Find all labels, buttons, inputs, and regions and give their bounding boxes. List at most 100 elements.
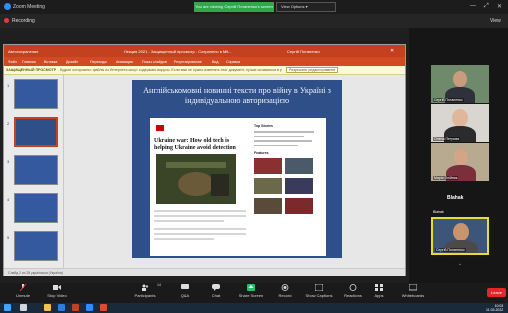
article-sidebar: Top Stories Features: [254, 124, 320, 254]
participants-count-badge: 14: [157, 283, 161, 287]
share-screen-button[interactable]: Share Screen: [234, 284, 268, 298]
slide-thumbnail-1[interactable]: [14, 79, 58, 109]
participant-tile[interactable]: Олена Петрова: [431, 104, 489, 142]
ppt-ribbon: Файл Главная Вставка Дизайн Переходы Ани…: [4, 57, 405, 66]
microphone-icon: [19, 284, 27, 291]
minimize-icon[interactable]: —: [470, 3, 476, 9]
stop-video-button[interactable]: Stop Video: [40, 284, 74, 298]
thumb-number: 1: [7, 83, 10, 88]
people-icon: [142, 284, 149, 291]
share-banner: You are viewing Сергій Потапенко's scree…: [194, 2, 274, 12]
ribbon-tab-transitions: Переходы: [90, 60, 107, 64]
view-options-button[interactable]: View Options ▾: [276, 2, 336, 12]
recording-bar: Recording View: [0, 14, 508, 28]
text-line: [154, 238, 214, 240]
chat-button[interactable]: Chat: [199, 284, 233, 298]
slide-thumbnail-2[interactable]: [14, 117, 58, 147]
ribbon-tab-home: Главная: [22, 60, 36, 64]
qa-icon: [181, 284, 189, 289]
soldier-photo-icon: [156, 154, 236, 204]
ppt-user: Сергій Потапенко: [287, 49, 320, 54]
recording-label: Recording: [12, 18, 35, 24]
text-line: [254, 135, 304, 137]
view-options-label: View Options: [281, 4, 305, 9]
view-label[interactable]: View: [490, 18, 501, 24]
record-label: Record: [278, 293, 292, 298]
features-label: Features: [254, 151, 269, 155]
ppt-close-icon: ✕: [390, 48, 395, 54]
apps-button[interactable]: Apps: [362, 284, 396, 298]
text-line: [154, 228, 246, 230]
slide-heading: Англійськомовні новинні тексти про війну…: [143, 86, 331, 105]
close-icon[interactable]: ✕: [497, 3, 502, 10]
gallery-scroll-down-icon[interactable]: ⌄: [458, 261, 462, 267]
feature-image: [254, 158, 282, 174]
active-speaker-tile[interactable]: Сергій Потапенко: [431, 217, 489, 255]
slide-thumbnail-4[interactable]: [14, 193, 58, 223]
article-photo: [156, 154, 236, 204]
participant-name: Марія Олійник: [433, 176, 459, 180]
ribbon-tab-help: Справка: [226, 60, 241, 64]
ribbon-tab-insert: Вставка: [44, 60, 58, 64]
slide-thumbnail-5[interactable]: [14, 231, 58, 261]
slide-thumbnail-3[interactable]: [14, 155, 58, 185]
participant-tile[interactable]: Сергій Потапенко: [431, 65, 489, 103]
ribbon-tab-slideshow: Показ слайдов: [142, 60, 167, 64]
share-icon: [247, 284, 255, 291]
window-title: Zoom Meeting: [13, 4, 45, 10]
feature-image: [285, 198, 313, 214]
article-screenshot: Ukraine war: How old tech is helping Ukr…: [150, 118, 326, 256]
chat-icon: [212, 284, 220, 291]
whiteboards-button[interactable]: Whiteboards: [396, 284, 430, 298]
ppt-title: Лекция 2021 - Защищенный просмотр - Сохр…: [124, 49, 232, 54]
thumb-number: 4: [7, 197, 10, 202]
explorer-icon[interactable]: [44, 304, 51, 311]
text-line: [254, 131, 314, 133]
stop-video-label: Stop Video: [47, 293, 67, 298]
slide-thumbnails: 1 2 3 4 5: [4, 75, 64, 268]
system-clock: 10:03 11.03.2022: [486, 304, 503, 312]
participant-name: Сергій Потапенко: [433, 98, 464, 102]
show-captions-button[interactable]: Show Captions: [302, 284, 336, 298]
powerpoint-icon[interactable]: [72, 304, 79, 311]
ppt-titlebar: Автосохранение Лекция 2021 - Защищенный …: [4, 45, 405, 57]
text-line: [154, 220, 224, 222]
search-icon[interactable]: [20, 304, 27, 311]
top-stories-label: Top Stories: [254, 124, 273, 128]
chat-label: Chat: [211, 293, 221, 298]
qa-label: Q&A: [180, 293, 190, 298]
maximize-icon[interactable]: ⤢: [484, 3, 489, 10]
avatar: [453, 223, 469, 241]
slide-canvas: Англійськомовні новинні тексти про війну…: [132, 80, 342, 258]
avatar: [454, 149, 468, 165]
enable-editing-button[interactable]: Разрешить редактирование: [286, 67, 339, 73]
start-icon[interactable]: [4, 304, 11, 311]
show-captions-label: Show Captions: [305, 293, 333, 298]
apps-icon: [375, 284, 383, 291]
text-line: [154, 210, 246, 212]
protected-view-bar: ЗАЩИЩЕННЫЙ ПРОСМОТР Будьте осторожны: фа…: [4, 66, 405, 75]
avatar: [453, 71, 467, 87]
text-line: [254, 140, 312, 142]
record-icon: [281, 284, 289, 291]
participant-tile[interactable]: Марія Олійник: [431, 143, 489, 181]
feature-image: [254, 178, 282, 194]
zoom-logo-icon: [4, 3, 11, 10]
record-button[interactable]: Record: [268, 284, 302, 298]
browser-icon[interactable]: [58, 304, 65, 311]
participant-name: Сергій Потапенко: [435, 248, 466, 252]
ppt-statusbar: Слайд 2 из 28 українська (Україна): [4, 268, 405, 276]
qa-button[interactable]: Q&A: [168, 284, 202, 298]
camera-icon: [53, 285, 61, 290]
ribbon-tab-review: Рецензирование: [174, 60, 202, 64]
news-logo-icon: [156, 125, 164, 131]
unmute-button[interactable]: Unmute: [6, 284, 40, 298]
feature-image: [254, 198, 282, 214]
thumb-number: 3: [7, 159, 10, 164]
app-icon[interactable]: [100, 304, 107, 311]
unmute-label: Unmute: [15, 293, 30, 298]
protected-view-label: ЗАЩИЩЕННЫЙ ПРОСМОТР: [6, 68, 57, 72]
zoom-taskbar-icon[interactable]: [86, 304, 93, 311]
leave-button[interactable]: Leave: [487, 288, 506, 297]
participants-label: Participants: [134, 293, 156, 298]
